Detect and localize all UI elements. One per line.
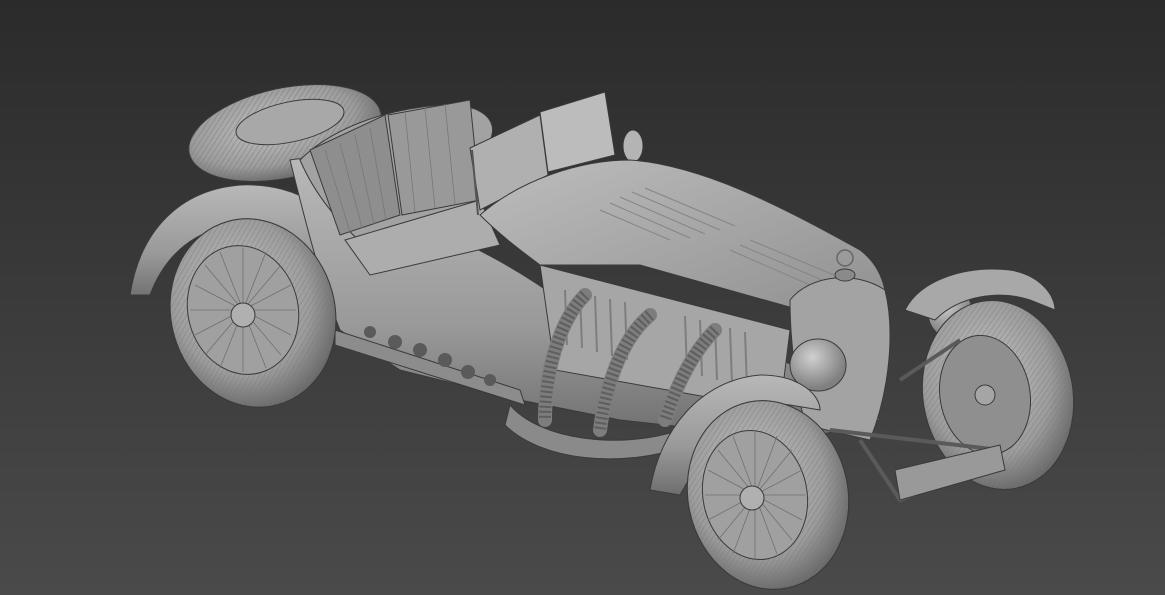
side-mirror[interactable] [622, 129, 644, 163]
front-right-hub [974, 384, 996, 406]
3d-viewport[interactable] [0, 0, 1165, 595]
rear-hub [230, 302, 256, 328]
radiator-cap [834, 268, 856, 282]
viewport-canvas[interactable] [0, 0, 1165, 595]
front-left-hub [739, 485, 765, 511]
